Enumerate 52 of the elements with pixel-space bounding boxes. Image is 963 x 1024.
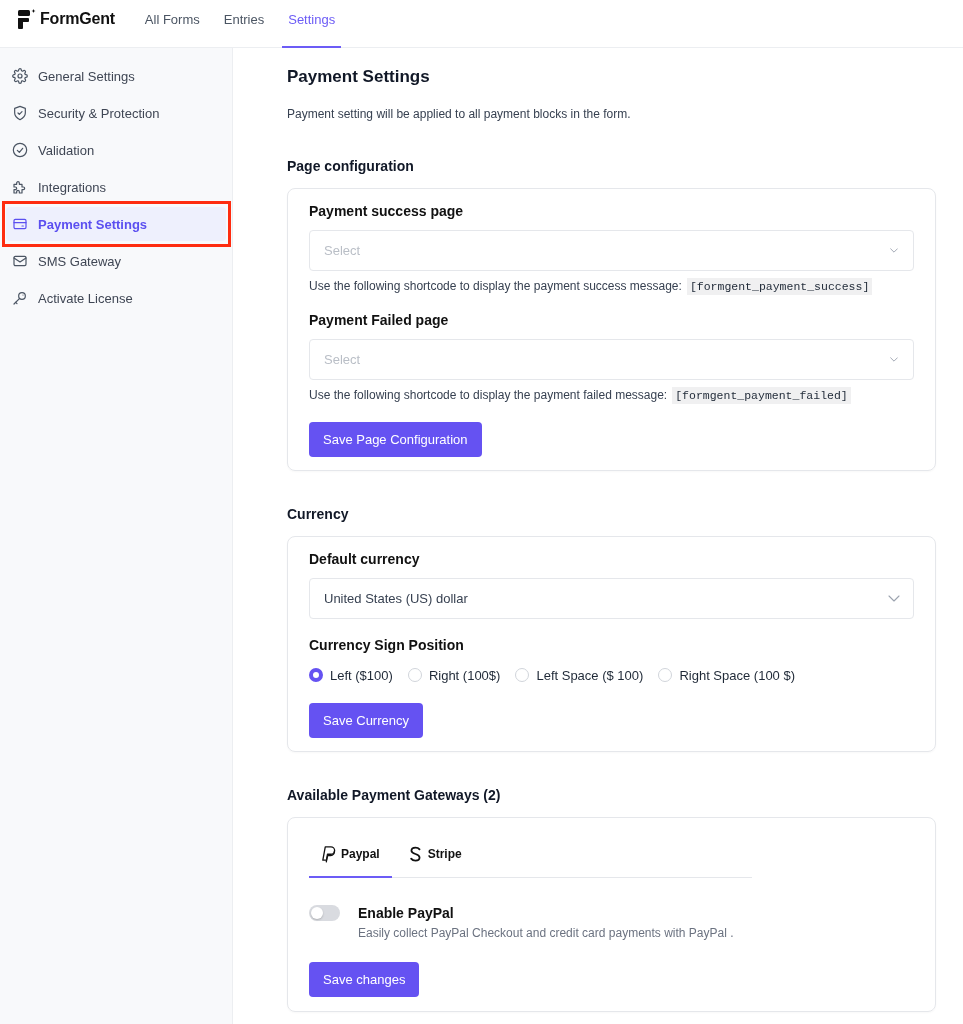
sidebar-item[interactable]: Payment Settings xyxy=(6,207,226,241)
page-description: Payment setting will be applied to all payment blocks in the form. xyxy=(287,106,632,122)
shield-check-icon xyxy=(12,105,28,121)
section-heading: Available Payment Gateways (2) xyxy=(287,786,502,805)
section-heading: Page configuration xyxy=(287,157,415,176)
s-letter-icon xyxy=(407,845,423,863)
logo-icon xyxy=(18,9,36,29)
shortcode: [formgent_payment_success] xyxy=(686,277,873,295)
field-label: Payment success page xyxy=(309,202,465,221)
sidebar-item[interactable]: SMS Gateway xyxy=(6,244,226,278)
currency-select[interactable]: United States (US) dollar xyxy=(309,578,914,619)
sidebar-item[interactable]: General Settings xyxy=(6,59,226,93)
radio-label: Right (100$) xyxy=(428,667,501,683)
field-label: Currency Sign Position xyxy=(309,636,465,655)
section-heading: Currency xyxy=(287,505,350,524)
sidebar-item[interactable]: Security & Protection xyxy=(6,96,226,130)
shortcode: [formgent_payment_failed] xyxy=(672,386,851,404)
page-select[interactable]: Select xyxy=(309,230,914,271)
gear-icon xyxy=(12,68,28,84)
toggle-label: Enable PayPal xyxy=(358,904,455,923)
save-button[interactable]: Save Page Configuration xyxy=(309,422,482,457)
page-select[interactable]: Select xyxy=(309,339,914,380)
gateway-tab[interactable]: Paypal xyxy=(309,832,392,878)
radio-label: Right Space (100 $) xyxy=(679,667,795,683)
save-button[interactable]: Save changes xyxy=(309,962,420,997)
gateway-tab[interactable]: Stripe xyxy=(391,832,474,878)
save-button[interactable]: Save Currency xyxy=(309,703,423,738)
radio-button[interactable] xyxy=(309,668,323,682)
sidebar-item[interactable]: Activate License xyxy=(6,281,226,315)
radio-label: Left Space ($ 100) xyxy=(536,667,644,683)
radio-label: Left ($100) xyxy=(330,667,393,683)
sidebar-item[interactable]: Validation xyxy=(6,133,226,167)
key-icon xyxy=(12,290,28,306)
field-label: Default currency xyxy=(309,550,421,569)
toggle-description: Easily collect PayPal Checkout and credit card payments with PayPal . xyxy=(358,925,734,941)
field-label: Payment Failed page xyxy=(309,311,450,330)
chevron-down-icon xyxy=(890,357,898,362)
page-title: Payment Settings xyxy=(287,66,431,88)
hint-text: Use the following shortcode to display the payment success message: xyxy=(309,279,682,293)
chevron-down-icon xyxy=(890,248,898,253)
toggle-switch[interactable] xyxy=(309,905,340,921)
sidebar-item[interactable]: Integrations xyxy=(6,170,226,204)
nav-tab[interactable]: Settings xyxy=(282,0,342,48)
chevron-down-icon xyxy=(888,595,900,602)
paypal-icon xyxy=(321,845,336,863)
nav-tab[interactable]: Entries xyxy=(217,0,271,48)
logo-text: FormGent xyxy=(40,10,115,28)
nav-tab[interactable]: All Forms xyxy=(138,0,206,48)
envelope-icon xyxy=(12,253,28,269)
puzzle-icon xyxy=(12,179,28,195)
hint-text: Use the following shortcode to display the payment failed message: xyxy=(309,388,668,402)
credit-card-icon xyxy=(12,216,28,232)
